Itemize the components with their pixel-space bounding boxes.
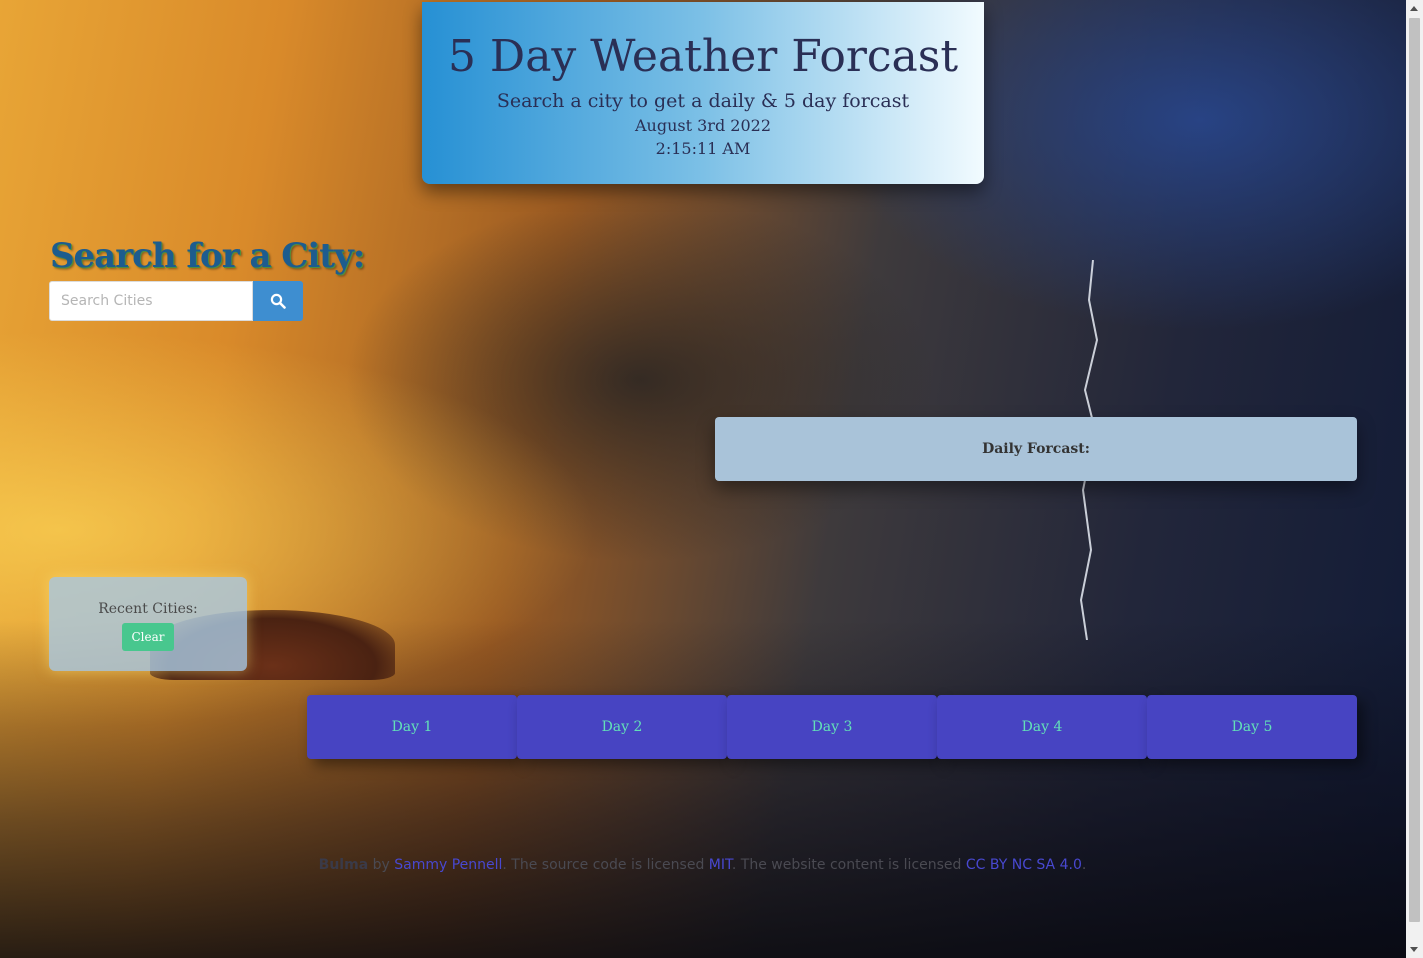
- daily-forecast-label: Daily Forcast:: [982, 441, 1090, 457]
- footer-bulma: Bulma: [318, 857, 369, 873]
- footer-end: .: [1081, 857, 1087, 873]
- footer-mit-link[interactable]: MIT: [709, 857, 732, 873]
- scroll-up-icon[interactable]: [1410, 6, 1418, 11]
- scroll-down-icon[interactable]: [1410, 947, 1418, 952]
- page-subtitle: Search a city to get a daily & 5 day for…: [496, 90, 910, 112]
- search-icon: [270, 293, 286, 309]
- footer: Bulma by Sammy Pennell. The source code …: [0, 857, 1405, 873]
- day-card-4: Day 4: [937, 695, 1147, 759]
- search-heading: Search for a City:: [50, 236, 365, 276]
- search-button[interactable]: [253, 281, 303, 321]
- footer-source-text: . The source code is licensed: [502, 857, 709, 873]
- daily-forecast-card: Daily Forcast:: [715, 417, 1357, 481]
- recent-cities-card: Recent Cities: Clear: [49, 577, 247, 671]
- current-date: August 3rd 2022: [634, 116, 771, 135]
- footer-by: by: [368, 857, 395, 873]
- recent-cities-label: Recent Cities:: [98, 601, 198, 617]
- five-day-forecast-row: Day 1 Day 2 Day 3 Day 4 Day 5: [307, 695, 1357, 759]
- scrollbar-thumb[interactable]: [1409, 18, 1420, 922]
- day-label: Day 5: [1231, 719, 1273, 735]
- footer-author-link[interactable]: Sammy Pennell: [394, 857, 502, 873]
- page-scrollbar[interactable]: [1406, 0, 1423, 958]
- day-card-3: Day 3: [727, 695, 937, 759]
- search-input[interactable]: [49, 281, 253, 321]
- day-label: Day 2: [601, 719, 643, 735]
- day-label: Day 1: [391, 719, 433, 735]
- footer-content-text: . The website content is licensed: [731, 857, 966, 873]
- page-title: 5 Day Weather Forcast: [447, 31, 959, 82]
- day-card-1: Day 1: [307, 695, 517, 759]
- day-card-5: Day 5: [1147, 695, 1357, 759]
- day-label: Day 3: [811, 719, 853, 735]
- clear-button[interactable]: Clear: [122, 623, 174, 651]
- day-label: Day 4: [1021, 719, 1063, 735]
- day-card-2: Day 2: [517, 695, 727, 759]
- footer-cc-link[interactable]: CC BY NC SA 4.0: [966, 857, 1082, 873]
- header-card: 5 Day Weather Forcast Search a city to g…: [422, 2, 984, 184]
- current-time: 2:15:11 AM: [655, 139, 751, 158]
